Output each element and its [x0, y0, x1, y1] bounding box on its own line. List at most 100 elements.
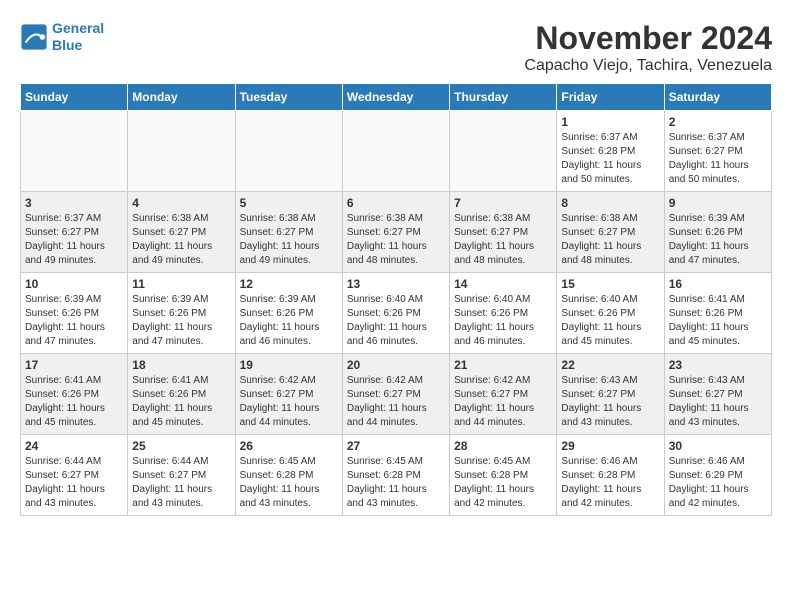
day-number: 30	[669, 439, 767, 453]
calendar-cell: 20 Sunrise: 6:42 AM Sunset: 6:27 PM Dayli…	[342, 354, 449, 435]
title-area: November 2024 Capacho Viejo, Tachira, Ve…	[524, 20, 772, 75]
day-info: Sunrise: 6:37 AM Sunset: 6:27 PM Dayligh…	[669, 131, 767, 187]
day-number: 25	[132, 439, 230, 453]
day-number: 5	[240, 196, 338, 210]
day-number: 16	[669, 277, 767, 291]
day-number: 29	[561, 439, 659, 453]
day-info: Sunrise: 6:41 AM Sunset: 6:26 PM Dayligh…	[132, 374, 230, 430]
day-info: Sunrise: 6:41 AM Sunset: 6:26 PM Dayligh…	[25, 374, 123, 430]
calendar-cell: 24 Sunrise: 6:44 AM Sunset: 6:27 PM Dayli…	[21, 435, 128, 516]
calendar-cell: 16 Sunrise: 6:41 AM Sunset: 6:26 PM Dayli…	[664, 273, 771, 354]
calendar-cell	[342, 111, 449, 192]
week-row-4: 17 Sunrise: 6:41 AM Sunset: 6:26 PM Dayli…	[21, 354, 772, 435]
weekday-header-saturday: Saturday	[664, 84, 771, 111]
day-info: Sunrise: 6:38 AM Sunset: 6:27 PM Dayligh…	[454, 212, 552, 268]
day-number: 13	[347, 277, 445, 291]
day-number: 1	[561, 115, 659, 129]
week-row-3: 10 Sunrise: 6:39 AM Sunset: 6:26 PM Dayli…	[21, 273, 772, 354]
week-row-5: 24 Sunrise: 6:44 AM Sunset: 6:27 PM Dayli…	[21, 435, 772, 516]
header: General Blue November 2024 Capacho Viejo…	[20, 20, 772, 75]
day-info: Sunrise: 6:42 AM Sunset: 6:27 PM Dayligh…	[240, 374, 338, 430]
calendar-cell: 23 Sunrise: 6:43 AM Sunset: 6:27 PM Dayli…	[664, 354, 771, 435]
day-info: Sunrise: 6:44 AM Sunset: 6:27 PM Dayligh…	[132, 455, 230, 511]
day-number: 7	[454, 196, 552, 210]
calendar-cell	[450, 111, 557, 192]
day-number: 12	[240, 277, 338, 291]
calendar-cell: 13 Sunrise: 6:40 AM Sunset: 6:26 PM Dayli…	[342, 273, 449, 354]
calendar-cell: 30 Sunrise: 6:46 AM Sunset: 6:29 PM Dayli…	[664, 435, 771, 516]
day-number: 15	[561, 277, 659, 291]
weekday-header-monday: Monday	[128, 84, 235, 111]
day-number: 10	[25, 277, 123, 291]
day-number: 23	[669, 358, 767, 372]
week-row-1: 1Sunrise: 6:37 AM Sunset: 6:28 PM Daylig…	[21, 111, 772, 192]
day-number: 8	[561, 196, 659, 210]
calendar-cell	[128, 111, 235, 192]
calendar-cell: 27Sunrise: 6:45 AM Sunset: 6:28 PM Dayli…	[342, 435, 449, 516]
day-info: Sunrise: 6:38 AM Sunset: 6:27 PM Dayligh…	[240, 212, 338, 268]
day-info: Sunrise: 6:39 AM Sunset: 6:26 PM Dayligh…	[25, 293, 123, 349]
day-info: Sunrise: 6:41 AM Sunset: 6:26 PM Dayligh…	[669, 293, 767, 349]
day-number: 19	[240, 358, 338, 372]
calendar-cell: 28Sunrise: 6:45 AM Sunset: 6:28 PM Dayli…	[450, 435, 557, 516]
day-info: Sunrise: 6:42 AM Sunset: 6:27 PM Dayligh…	[347, 374, 445, 430]
day-info: Sunrise: 6:38 AM Sunset: 6:27 PM Dayligh…	[561, 212, 659, 268]
day-info: Sunrise: 6:46 AM Sunset: 6:29 PM Dayligh…	[669, 455, 767, 511]
day-info: Sunrise: 6:43 AM Sunset: 6:27 PM Dayligh…	[561, 374, 659, 430]
day-number: 6	[347, 196, 445, 210]
day-number: 21	[454, 358, 552, 372]
day-number: 24	[25, 439, 123, 453]
day-info: Sunrise: 6:38 AM Sunset: 6:27 PM Dayligh…	[347, 212, 445, 268]
calendar-cell: 5 Sunrise: 6:38 AM Sunset: 6:27 PM Daylig…	[235, 192, 342, 273]
weekday-header-wednesday: Wednesday	[342, 84, 449, 111]
day-info: Sunrise: 6:39 AM Sunset: 6:26 PM Dayligh…	[669, 212, 767, 268]
calendar-cell: 7 Sunrise: 6:38 AM Sunset: 6:27 PM Daylig…	[450, 192, 557, 273]
weekday-header-friday: Friday	[557, 84, 664, 111]
day-info: Sunrise: 6:39 AM Sunset: 6:26 PM Dayligh…	[240, 293, 338, 349]
day-info: Sunrise: 6:37 AM Sunset: 6:27 PM Dayligh…	[25, 212, 123, 268]
day-info: Sunrise: 6:43 AM Sunset: 6:27 PM Dayligh…	[669, 374, 767, 430]
calendar-cell: 29Sunrise: 6:46 AM Sunset: 6:28 PM Dayli…	[557, 435, 664, 516]
logo: General Blue	[20, 20, 104, 54]
day-info: Sunrise: 6:40 AM Sunset: 6:26 PM Dayligh…	[561, 293, 659, 349]
day-info: Sunrise: 6:44 AM Sunset: 6:27 PM Dayligh…	[25, 455, 123, 511]
calendar-cell: 22 Sunrise: 6:43 AM Sunset: 6:27 PM Dayli…	[557, 354, 664, 435]
day-number: 26	[240, 439, 338, 453]
location-title: Capacho Viejo, Tachira, Venezuela	[524, 57, 772, 75]
calendar-cell: 3Sunrise: 6:37 AM Sunset: 6:27 PM Daylig…	[21, 192, 128, 273]
calendar-cell: 12 Sunrise: 6:39 AM Sunset: 6:26 PM Dayli…	[235, 273, 342, 354]
week-row-2: 3Sunrise: 6:37 AM Sunset: 6:27 PM Daylig…	[21, 192, 772, 273]
day-number: 27	[347, 439, 445, 453]
day-number: 4	[132, 196, 230, 210]
calendar-cell: 2 Sunrise: 6:37 AM Sunset: 6:27 PM Daylig…	[664, 111, 771, 192]
calendar-cell: 10 Sunrise: 6:39 AM Sunset: 6:26 PM Dayli…	[21, 273, 128, 354]
day-number: 9	[669, 196, 767, 210]
weekday-header-sunday: Sunday	[21, 84, 128, 111]
calendar-cell: 8 Sunrise: 6:38 AM Sunset: 6:27 PM Daylig…	[557, 192, 664, 273]
month-title: November 2024	[524, 20, 772, 57]
day-info: Sunrise: 6:39 AM Sunset: 6:26 PM Dayligh…	[132, 293, 230, 349]
day-number: 2	[669, 115, 767, 129]
calendar-cell: 15 Sunrise: 6:40 AM Sunset: 6:26 PM Dayli…	[557, 273, 664, 354]
day-info: Sunrise: 6:45 AM Sunset: 6:28 PM Dayligh…	[454, 455, 552, 511]
calendar-cell: 1Sunrise: 6:37 AM Sunset: 6:28 PM Daylig…	[557, 111, 664, 192]
calendar-cell: 26 Sunrise: 6:45 AM Sunset: 6:28 PM Dayli…	[235, 435, 342, 516]
logo-icon	[20, 23, 48, 51]
day-number: 17	[25, 358, 123, 372]
weekday-header-thursday: Thursday	[450, 84, 557, 111]
calendar-cell: 21 Sunrise: 6:42 AM Sunset: 6:27 PM Dayli…	[450, 354, 557, 435]
day-number: 22	[561, 358, 659, 372]
calendar-cell: 4 Sunrise: 6:38 AM Sunset: 6:27 PM Daylig…	[128, 192, 235, 273]
day-info: Sunrise: 6:45 AM Sunset: 6:28 PM Dayligh…	[240, 455, 338, 511]
calendar-cell: 18Sunrise: 6:41 AM Sunset: 6:26 PM Dayli…	[128, 354, 235, 435]
day-number: 20	[347, 358, 445, 372]
calendar-cell	[235, 111, 342, 192]
day-info: Sunrise: 6:40 AM Sunset: 6:26 PM Dayligh…	[347, 293, 445, 349]
day-info: Sunrise: 6:38 AM Sunset: 6:27 PM Dayligh…	[132, 212, 230, 268]
calendar-cell: 9 Sunrise: 6:39 AM Sunset: 6:26 PM Daylig…	[664, 192, 771, 273]
day-number: 14	[454, 277, 552, 291]
calendar-table: SundayMondayTuesdayWednesdayThursdayFrid…	[20, 83, 772, 516]
day-info: Sunrise: 6:42 AM Sunset: 6:27 PM Dayligh…	[454, 374, 552, 430]
calendar-cell: 6 Sunrise: 6:38 AM Sunset: 6:27 PM Daylig…	[342, 192, 449, 273]
day-info: Sunrise: 6:40 AM Sunset: 6:26 PM Dayligh…	[454, 293, 552, 349]
